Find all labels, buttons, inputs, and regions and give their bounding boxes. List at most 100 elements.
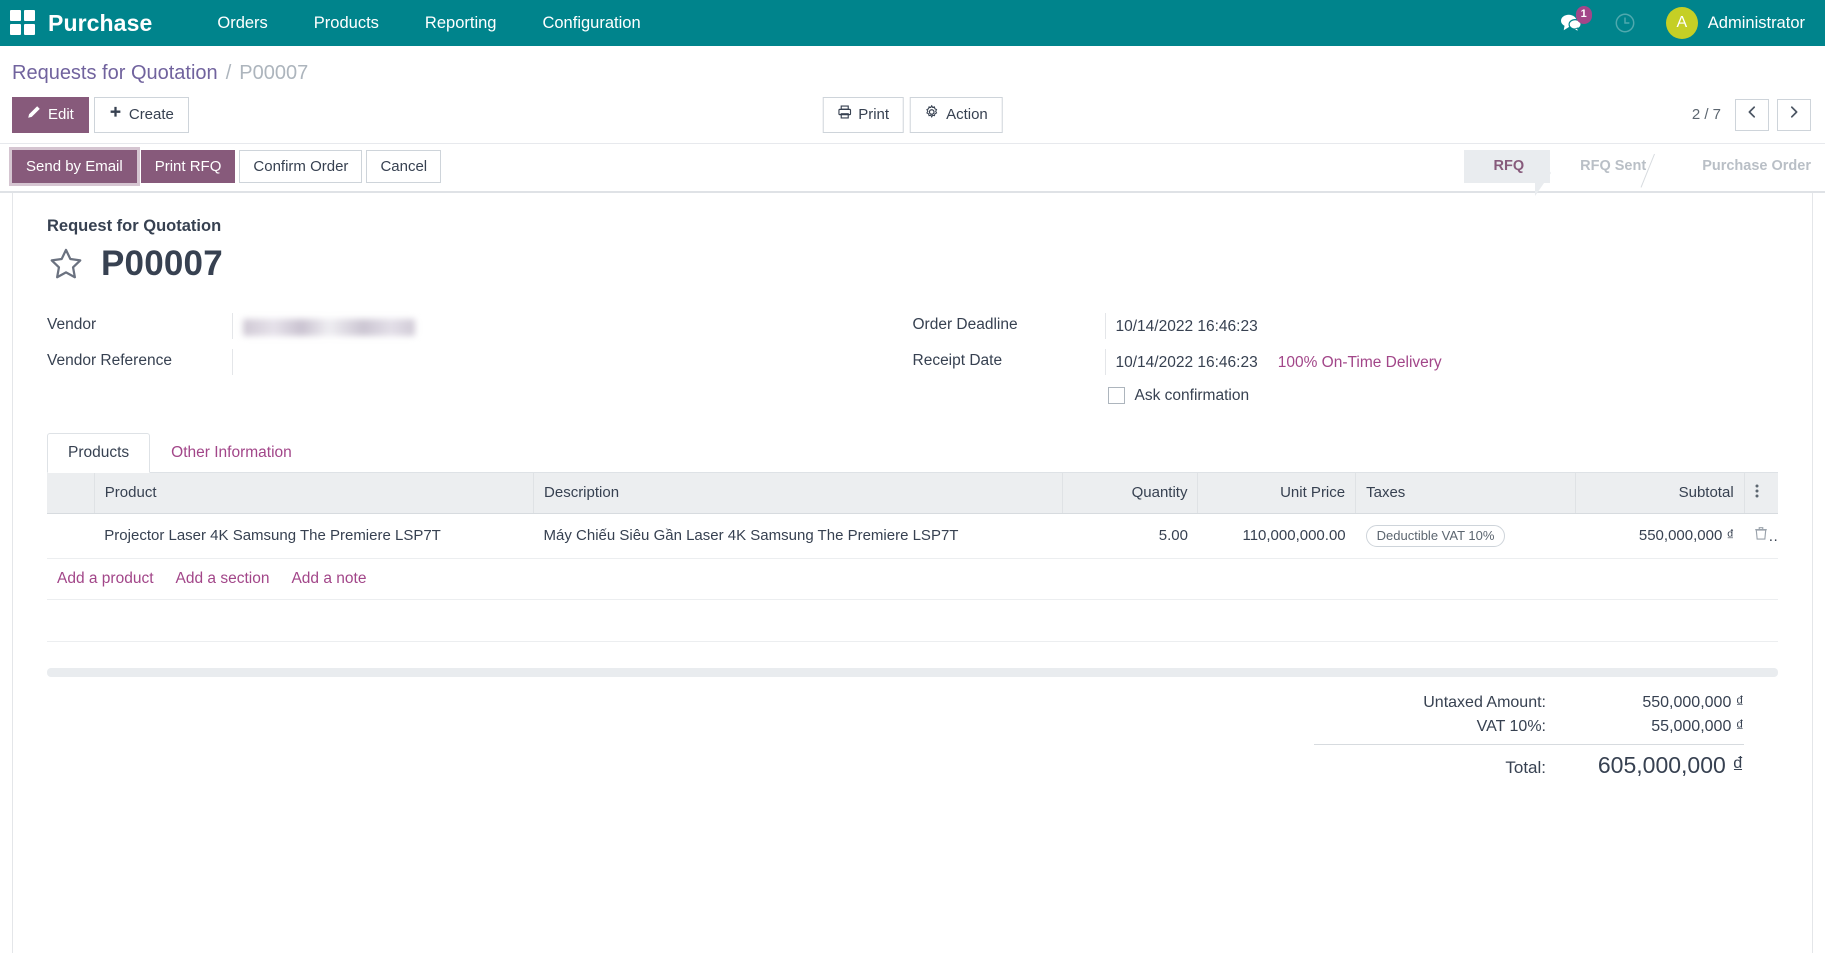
avatar: A xyxy=(1665,7,1698,39)
field-vendor-reference-value[interactable] xyxy=(232,348,913,375)
trash-icon[interactable] xyxy=(1754,527,1768,545)
totals-total-row: Total: 605,000,000 ₫ xyxy=(1314,743,1744,782)
order-lines-header: Product Description Quantity Unit Price … xyxy=(47,472,1778,514)
top-navbar: Purchase Orders Products Reporting Confi… xyxy=(0,0,1825,46)
menu-item-products[interactable]: Products xyxy=(291,2,402,45)
navbar-right-group: 1 A Administrator xyxy=(1544,3,1807,43)
field-receipt-date: Receipt Date 10/14/2022 16:46:23 100% On… xyxy=(913,348,1779,375)
row-product[interactable]: Projector Laser 4K Samsung The Premiere … xyxy=(94,513,534,559)
edit-button-label: Edit xyxy=(48,105,74,123)
pencil-icon xyxy=(27,105,41,125)
menu-item-reporting[interactable]: Reporting xyxy=(402,2,520,45)
vat-value: 55,000,000 ₫ xyxy=(1651,717,1744,735)
breadcrumb-root-link[interactable]: Requests for Quotation xyxy=(12,62,218,85)
user-menu[interactable]: A Administrator xyxy=(1652,3,1807,43)
tab-other-information[interactable]: Other Information xyxy=(150,433,313,473)
add-line-cell: Add a product Add a section Add a note xyxy=(47,558,1778,600)
drag-handle-column xyxy=(47,472,95,514)
ask-confirmation-checkbox[interactable] xyxy=(1107,387,1125,405)
chevron-right-icon xyxy=(1787,105,1801,124)
page-title: P00007 xyxy=(101,244,223,284)
user-name-label: Administrator xyxy=(1707,13,1805,32)
cancel-button[interactable]: Cancel xyxy=(366,149,442,183)
order-lines-body: Projector Laser 4K Samsung The Premiere … xyxy=(47,513,1778,642)
chevron-left-icon xyxy=(1745,105,1759,124)
breadcrumb-current: P00007 xyxy=(239,62,309,84)
row-quantity[interactable]: 5.00 xyxy=(1062,513,1198,559)
field-vendor-reference: Vendor Reference xyxy=(47,348,913,375)
action-button[interactable]: Action xyxy=(910,97,1003,133)
messages-count-badge: 1 xyxy=(1575,6,1592,24)
total-label: Total: xyxy=(1505,757,1546,777)
workflow-buttons: Send by Email Print RFQ Confirm Order Ca… xyxy=(12,149,442,183)
add-a-section-link[interactable]: Add a section xyxy=(176,570,270,588)
status-stage-rfq[interactable]: RFQ xyxy=(1463,149,1551,196)
field-order-deadline-value[interactable]: 10/14/2022 16:46:23 xyxy=(1104,312,1779,339)
tax-badge: Deductible VAT 10% xyxy=(1365,524,1506,547)
control-panel-center: Print Action xyxy=(822,97,1003,133)
control-panel: Edit Create Print Action 2 / 7 xyxy=(0,85,1825,143)
totals-inner: Untaxed Amount: 550,000,000 ₫ VAT 10%: 5… xyxy=(1314,691,1744,782)
add-a-note-link[interactable]: Add a note xyxy=(291,570,366,588)
row-description[interactable]: Máy Chiếu Siêu Gần Laser 4K Samsung The … xyxy=(533,513,1063,559)
create-button[interactable]: Create xyxy=(93,97,189,133)
pager-next-button[interactable] xyxy=(1777,98,1811,131)
pager-previous-button[interactable] xyxy=(1735,98,1769,131)
status-stage-rfq-sent-label: RFQ Sent xyxy=(1580,158,1647,175)
status-bar: Send by Email Print RFQ Confirm Order Ca… xyxy=(0,142,1825,196)
field-order-deadline-label: Order Deadline xyxy=(912,315,1018,333)
ask-confirmation-label: Ask confirmation xyxy=(1134,386,1250,404)
field-receipt-date-value[interactable]: 10/14/2022 16:46:23 100% On-Time Deliver… xyxy=(1104,348,1779,375)
field-vendor-value[interactable] xyxy=(232,312,913,339)
status-stage-purchase-order-label: Purchase Order xyxy=(1702,158,1811,175)
row-subtotal: 550,000,000 ₫ xyxy=(1575,513,1745,559)
star-outline-icon[interactable] xyxy=(47,246,85,287)
field-groups: Vendor Vendor Reference Order Deadline 1… xyxy=(47,312,1779,405)
order-lines-table: Product Description Quantity Unit Price … xyxy=(47,472,1778,642)
status-stage-purchase-order[interactable]: Purchase Order xyxy=(1672,150,1825,183)
printer-icon xyxy=(837,105,851,125)
edit-button[interactable]: Edit xyxy=(12,97,89,133)
print-rfq-button[interactable]: Print RFQ xyxy=(140,149,236,183)
add-a-product-link[interactable]: Add a product xyxy=(57,570,154,588)
stage-separator xyxy=(1530,150,1550,183)
untaxed-amount-value: 550,000,000 ₫ xyxy=(1642,693,1744,711)
row-drag-handle[interactable] xyxy=(47,513,95,559)
total-value: 605,000,000 ₫ xyxy=(1597,751,1744,778)
menu-item-orders[interactable]: Orders xyxy=(194,2,290,45)
print-button-label: Print xyxy=(858,105,890,123)
row-unit-price[interactable]: 110,000,000.00 xyxy=(1197,513,1356,559)
totals-tax-row: VAT 10%: 55,000,000 ₫ xyxy=(1314,715,1744,739)
tab-products[interactable]: Products xyxy=(47,432,151,473)
breadcrumb-separator: / xyxy=(225,62,232,84)
menu-item-configuration[interactable]: Configuration xyxy=(519,2,663,45)
row-delete-cell[interactable] xyxy=(1744,513,1778,559)
gear-icon xyxy=(925,104,939,125)
status-stage-rfq-sent[interactable]: RFQ Sent xyxy=(1550,150,1672,183)
table-row[interactable]: Projector Laser 4K Samsung The Premiere … xyxy=(47,513,1778,559)
vat-label: VAT 10%: xyxy=(1476,717,1546,735)
action-button-label: Action xyxy=(946,105,988,123)
field-order-deadline: Order Deadline 10/14/2022 16:46:23 xyxy=(912,312,1779,339)
send-by-email-button[interactable]: Send by Email xyxy=(12,149,137,183)
on-time-delivery-link[interactable]: 100% On-Time Delivery xyxy=(1278,354,1442,372)
apps-grid-icon[interactable] xyxy=(10,10,36,36)
form-sheet: Request for Quotation P00007 Vendor Vend… xyxy=(12,192,1813,953)
app-brand-title: Purchase xyxy=(48,9,153,36)
messages-icon[interactable]: 1 xyxy=(1544,6,1598,39)
form-sheet-wrapper: Request for Quotation P00007 Vendor Vend… xyxy=(0,192,1825,953)
column-subtotal: Subtotal xyxy=(1575,472,1745,514)
confirm-order-button[interactable]: Confirm Order xyxy=(239,149,363,183)
empty-filler-row xyxy=(47,599,1778,642)
clock-icon[interactable] xyxy=(1598,6,1652,40)
column-product: Product xyxy=(94,472,535,514)
print-button[interactable]: Print xyxy=(822,97,905,133)
horizontal-scrollbar[interactable] xyxy=(47,667,1778,677)
column-quantity: Quantity xyxy=(1062,472,1199,514)
notebook-tabs: Products Other Information xyxy=(47,432,1778,473)
add-line-row: Add a product Add a section Add a note xyxy=(47,558,1778,600)
column-taxes: Taxes xyxy=(1355,472,1576,514)
row-taxes[interactable]: Deductible VAT 10% xyxy=(1355,513,1576,559)
empty-filler-cell xyxy=(47,599,1778,642)
optional-columns-icon[interactable] xyxy=(1744,472,1778,514)
